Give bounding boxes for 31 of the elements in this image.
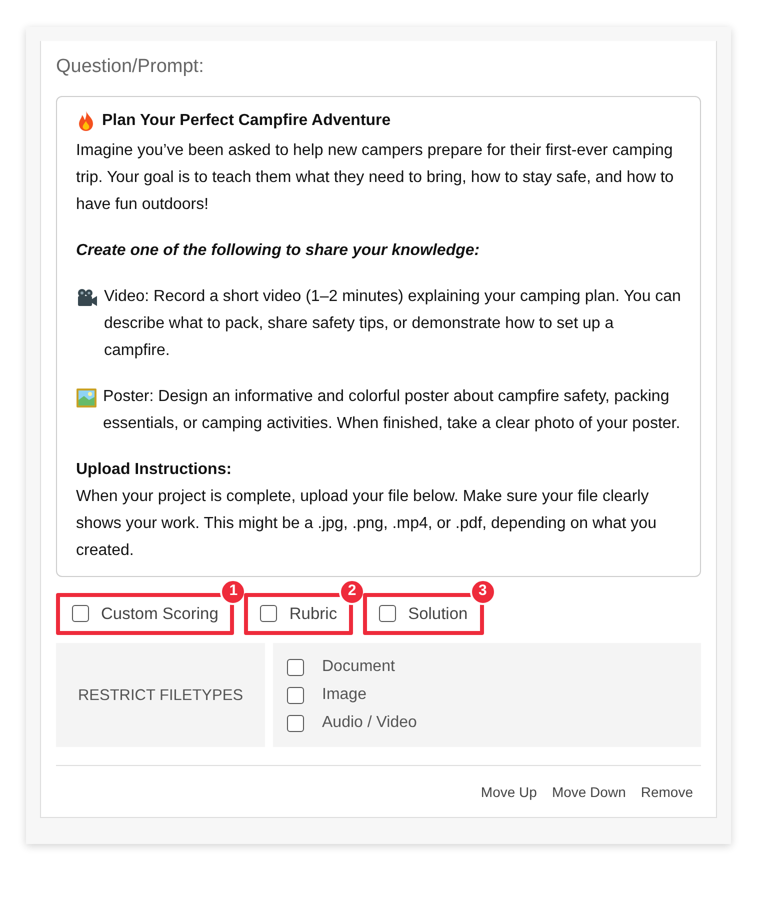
action-link[interactable]: Remove <box>640 782 693 804</box>
video-camera-icon <box>76 288 98 308</box>
option-label[interactable]: Rubric <box>289 602 338 626</box>
action-link[interactable]: Move Up <box>480 782 537 804</box>
callout-badge: 2 <box>339 578 366 604</box>
prompt-label: Question/Prompt: <box>56 55 205 79</box>
checkbox[interactable] <box>72 605 89 622</box>
paragraph: Video: Record a short video (1–2 minutes) explaining your camping plan. You can describe what to pack, share safety tips, or demonstrate how to set up a campfire. <box>104 286 681 360</box>
callout-badge: 1 <box>220 578 246 604</box>
picture-icon <box>76 388 97 408</box>
heading: Create one of the following to share your knowledge: <box>76 240 480 260</box>
paragraph: Poster: Design an informative and colorful poster about campfire safety, packing essentials, or camping activities. When finished, take a clear photo of your poster. <box>103 386 681 434</box>
heading: Plan Your Perfect Campfire Adventure <box>102 110 391 130</box>
prompt-text-area[interactable] <box>56 96 701 576</box>
checkbox[interactable] <box>260 605 278 622</box>
paragraph: When your project is complete, upload your file below. Make sure your file clearly shows your work. This might be a .jpg, .png, .mp4, or .pdf, depending on what you created. <box>76 486 658 560</box>
action-link[interactable]: Move Down <box>552 782 626 804</box>
checkbox[interactable] <box>379 605 396 622</box>
option-label[interactable]: Audio / Video <box>322 713 417 734</box>
checkbox[interactable] <box>287 658 304 676</box>
option-label[interactable]: Document <box>322 657 395 678</box>
option-label[interactable]: Solution <box>408 602 468 626</box>
section-label: RESTRICT FILETYPES <box>78 686 244 706</box>
checkbox[interactable] <box>287 686 304 704</box>
callout-badge: 3 <box>470 578 496 604</box>
flame-icon <box>76 110 96 132</box>
option-label[interactable]: Custom Scoring <box>101 602 218 626</box>
heading: Upload Instructions: <box>76 460 232 480</box>
checkbox[interactable] <box>287 714 304 732</box>
paragraph: Imagine you’ve been asked to help new campers prepare for their first-ever camping trip. Your goal is to teach them what they need to bring, how to stay safe, and how to have fun outdoors! <box>76 140 675 214</box>
option-label[interactable]: Image <box>322 685 366 706</box>
